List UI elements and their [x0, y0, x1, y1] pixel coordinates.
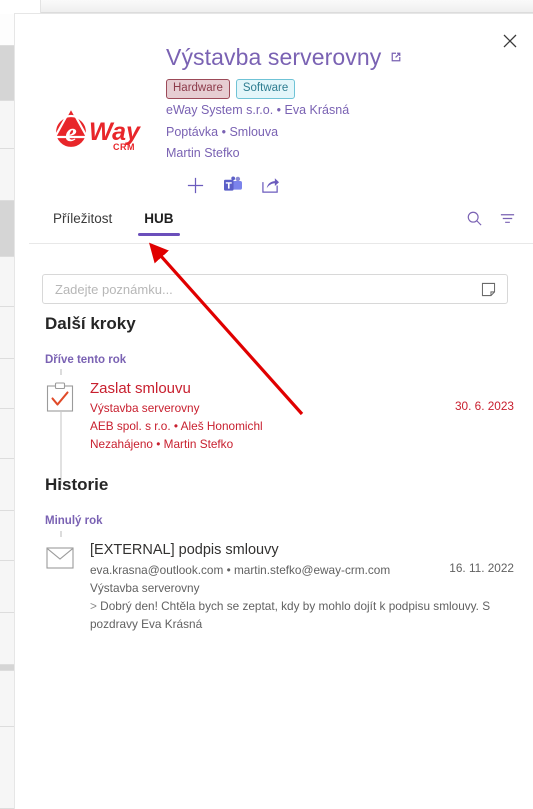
filter-icon[interactable] [499, 210, 516, 227]
email-envelope-icon [46, 547, 74, 574]
tag-list: Hardware Software [166, 79, 526, 99]
tab-prilezitost[interactable]: Příležitost [43, 207, 122, 236]
chevron-right-icon: > [90, 599, 97, 613]
share-icon[interactable] [261, 176, 280, 194]
action-bar [186, 176, 526, 195]
plus-icon[interactable] [186, 176, 205, 195]
search-icon[interactable] [466, 210, 483, 227]
microsoft-teams-icon[interactable] [223, 176, 243, 194]
svg-text:CRM: CRM [113, 142, 135, 152]
eway-crm-logo: e Way CRM [41, 104, 151, 158]
history-preview-text: Dobrý den! Chtěla bych se zeptat, kdy by… [90, 599, 491, 631]
timeline-dot [60, 369, 62, 375]
title-row: Výstavba serverovny [166, 42, 526, 72]
next-step-status-owner: Nezahájeno • Martin Stefko [90, 437, 234, 451]
next-step-title: Zaslat smlouvu [90, 380, 191, 397]
group-label-next-steps: Dříve tento rok [45, 354, 127, 366]
history-preview: > Dobrý den! Chtěla bych se zeptat, kdy … [90, 597, 520, 633]
record-summary: Výstavba serverovny Hardware Software eW… [166, 42, 526, 195]
section-title-next-steps: Další kroky [45, 314, 136, 333]
tag-software[interactable]: Software [235, 79, 296, 99]
note-input[interactable] [43, 281, 480, 297]
meta-type-stage: Poptávka • Smlouva [166, 124, 279, 139]
background-toolbar [0, 0, 533, 13]
history-date: 16. 11. 2022 [449, 561, 514, 575]
external-link-icon[interactable] [389, 50, 403, 64]
next-step-date: 30. 6. 2023 [454, 399, 514, 413]
history-title: [EXTERNAL] podpis smlouvy [90, 542, 279, 558]
history-body: [EXTERNAL] podpis smlouvy eva.krasna@out… [90, 540, 520, 633]
tab-divider [29, 243, 533, 244]
note-input-box[interactable] [42, 274, 508, 304]
detail-popup-panel: e Way CRM Výstavba serverovny Hardware S… [14, 13, 533, 809]
svg-text:e: e [65, 118, 77, 147]
next-step-company-contact: AEB spol. s r.o. • Aleš Honomichl [90, 419, 263, 433]
group-label-history: Minulý rok [45, 515, 103, 527]
next-step-body: Zaslat smlouvu Výstavba serverovny 30. 6… [90, 378, 520, 453]
timeline-dot [60, 531, 62, 537]
screenshot-root: e Way CRM Výstavba serverovny Hardware S… [0, 0, 533, 809]
page-title: Výstavba serverovny [166, 44, 382, 70]
history-project: Výstavba serverovny [90, 581, 200, 595]
meta-owner: Martin Stefko [166, 146, 240, 160]
tab-hub[interactable]: HUB [134, 207, 183, 236]
section-title-history: Historie [45, 475, 109, 494]
tag-hardware[interactable]: Hardware [166, 79, 230, 99]
tab-bar: Příležitost HUB [15, 207, 533, 243]
meta-company-contact: eWay System s.r.o. • Eva Krásná [166, 103, 350, 117]
note-icon[interactable] [480, 281, 497, 298]
